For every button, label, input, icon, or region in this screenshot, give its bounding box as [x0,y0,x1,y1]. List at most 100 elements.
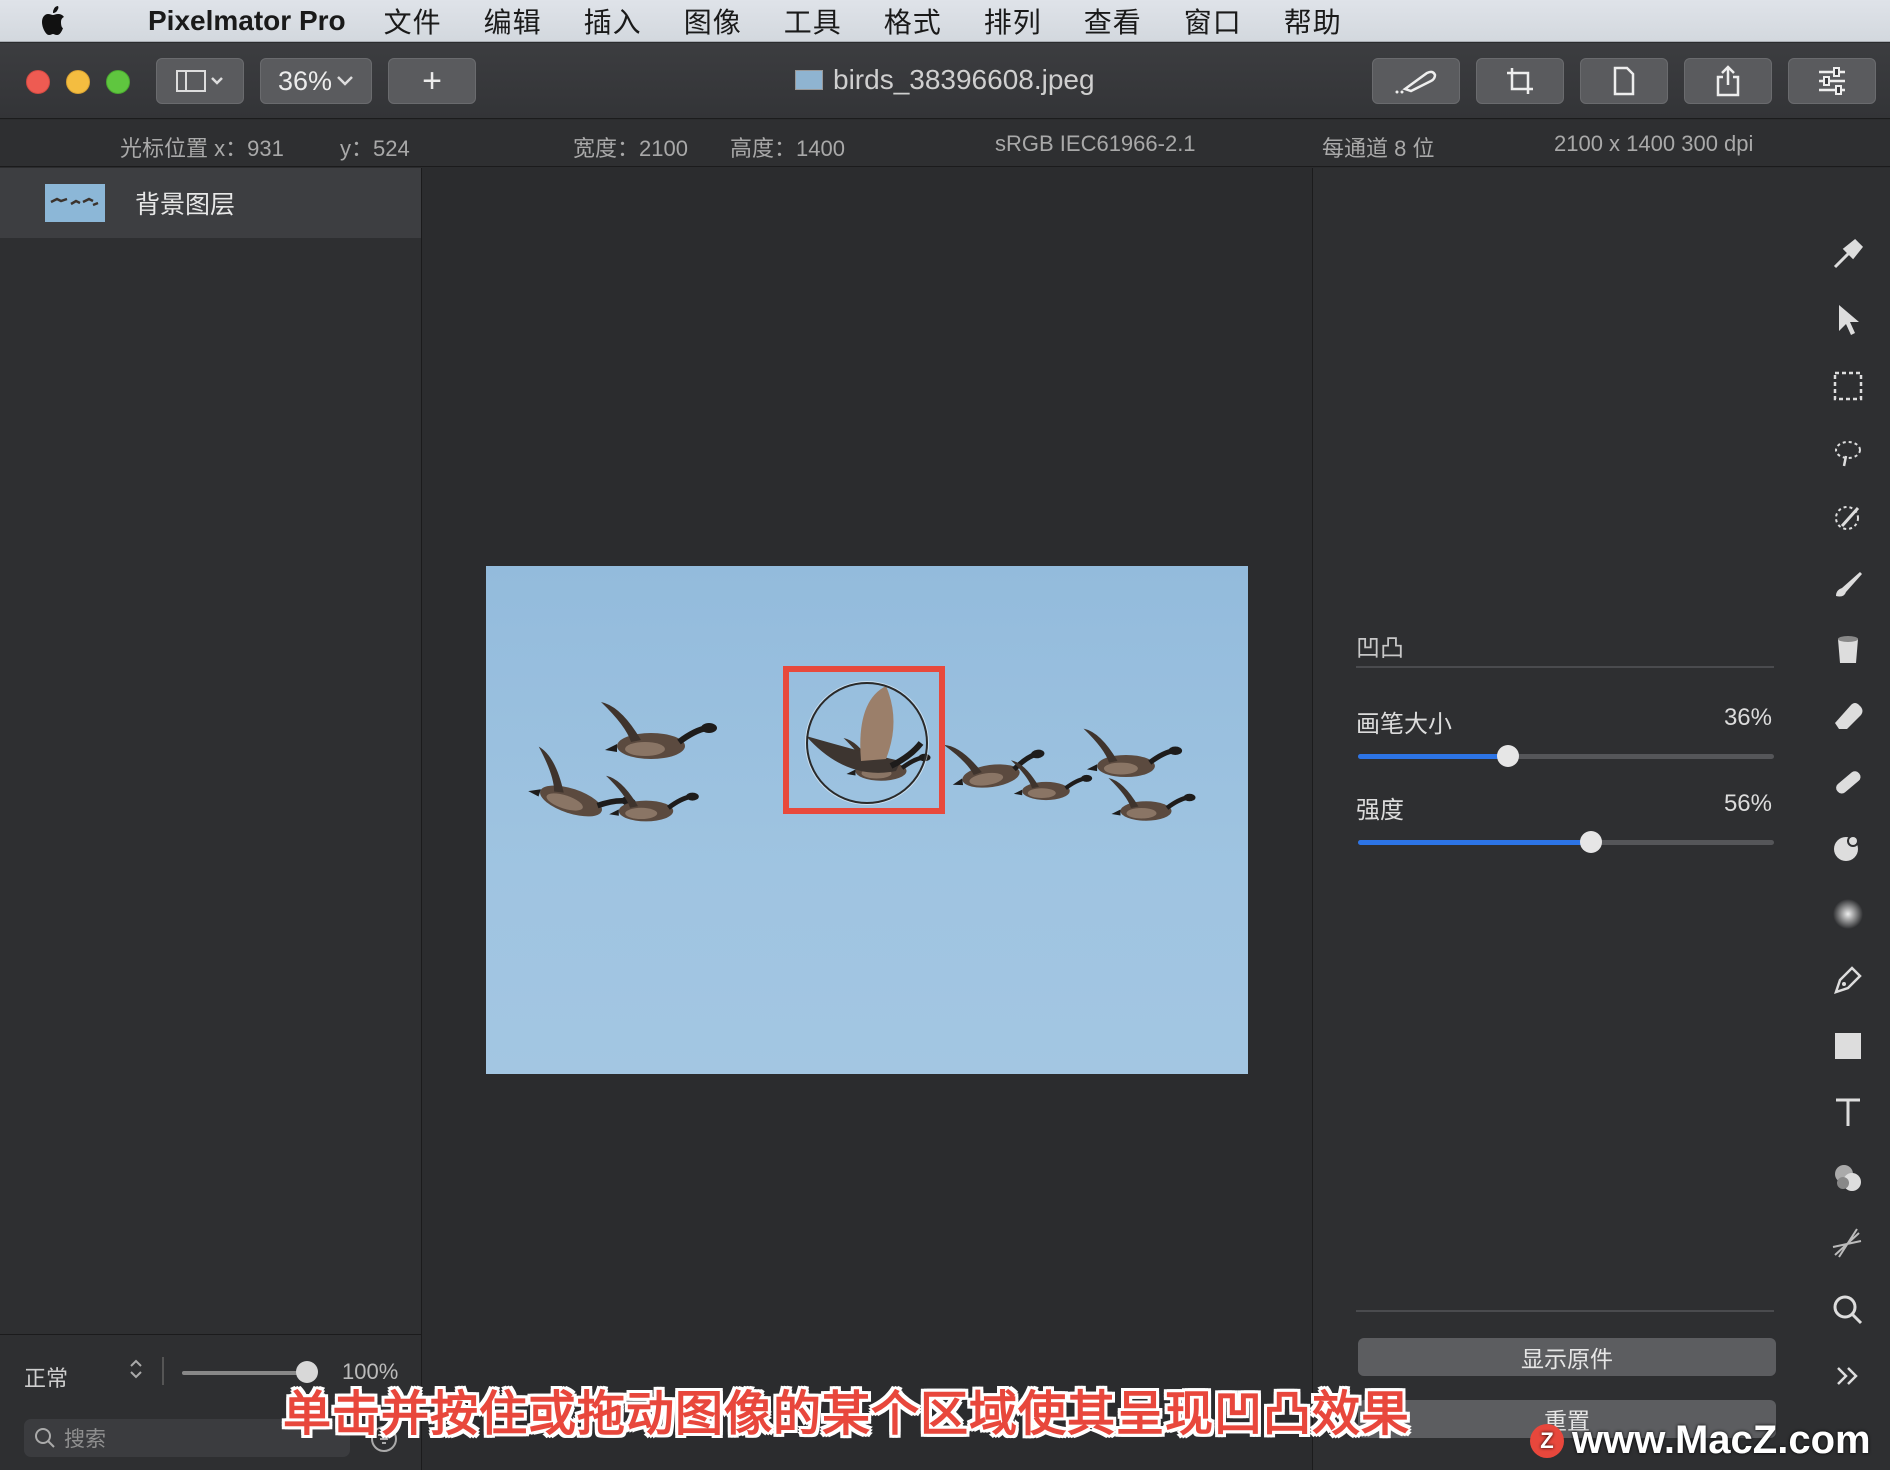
color-profile-readout: sRGB IEC61966-2.1 [995,131,1196,156]
divider [1356,1310,1774,1312]
more-tools-button[interactable] [1828,1356,1868,1396]
brush-cursor [806,682,928,804]
menu-bar: Pixelmator Pro 文件 编辑 插入 图像 工具 格式 排列 查看 窗… [0,0,1890,42]
tool-title: 凹凸 [1356,635,1404,662]
brush-size-slider-thumb[interactable] [1496,745,1519,767]
soft-brush-icon [1833,899,1863,929]
text-t-icon [1836,1098,1860,1126]
color-circles-icon [1835,1165,1861,1191]
layer-row[interactable]: 背景图层 [0,168,421,238]
cursor-y-readout: y：524 [340,136,410,161]
site-watermark: Z www.MacZ.com [1530,1418,1871,1463]
shape-tool[interactable] [1828,1026,1868,1066]
sidebar-icon [176,70,223,92]
color-adjustments-tool[interactable] [1828,1158,1868,1198]
strength-value[interactable]: 56% [1724,790,1772,818]
document-thumbnail-icon [795,70,823,90]
menu-format[interactable]: 格式 [884,1,942,41]
layer-thumbnail [45,184,105,222]
share-button[interactable] [1684,58,1772,104]
effects-tool[interactable] [1828,1224,1868,1264]
quick-selection-tool[interactable] [1828,498,1868,538]
tutorial-caption: 单击并按住或拖动图像的某个区域使其呈现凹凸效果 [283,1388,1411,1441]
canvas-area[interactable] [423,168,1311,1470]
strength-slider[interactable] [1358,831,1774,853]
paintbrush-icon [1836,572,1862,597]
blend-mode-select[interactable]: 正常 [24,1361,68,1393]
search-icon [35,1428,55,1448]
magic-selection-tool[interactable] [1828,432,1868,472]
dimensions-readout: 2100 x 1400 300 dpi [1554,131,1754,156]
pen-nib-icon [1834,966,1862,994]
brush-size-value[interactable]: 36% [1724,704,1772,732]
add-button[interactable]: + [388,58,476,104]
brush-size-slider-fill [1358,754,1508,759]
square-shape-icon [1835,1033,1861,1059]
menu-file[interactable]: 文件 [384,1,442,41]
show-original-button[interactable]: 显示原件 [1358,1338,1776,1376]
apple-menu-icon[interactable] [40,5,100,36]
bump-distort-icon [1834,835,1859,861]
blend-mode-stepper-icon[interactable] [128,1357,144,1387]
document-filename: birds_38396608.jpeg [833,64,1095,95]
document-icon [1613,66,1635,96]
lasso-sparkle-icon [1835,441,1861,467]
brush-size-label: 画笔大小 [1356,711,1452,738]
document-title: birds_38396608.jpeg [795,64,1095,96]
tool-options-panel: 凹凸 画笔大小 36% 强度 56% 显示原件 重置 [1312,168,1810,1470]
effects-sparkle-icon [1832,1228,1862,1258]
menu-image[interactable]: 图像 [684,1,742,41]
geese-photo [486,686,1248,1074]
close-window-button[interactable] [26,70,50,94]
double-chevron-right-icon [1837,1367,1858,1385]
menu-tools[interactable]: 工具 [784,1,842,41]
paint-bucket-icon [1838,636,1858,663]
menu-edit[interactable]: 编辑 [484,1,542,41]
brush-size-slider[interactable] [1358,745,1774,767]
retouch-tool[interactable] [1828,894,1868,934]
menu-help[interactable]: 帮助 [1284,1,1342,41]
adjustments-button[interactable] [1788,58,1876,104]
arrange-tool[interactable] [1828,300,1868,340]
image-canvas[interactable] [486,566,1248,1074]
crop-button[interactable] [1476,58,1564,104]
quick-select-brush-icon [1835,506,1860,530]
zoom-window-button[interactable] [106,70,130,94]
sidebar-toggle-button[interactable] [156,58,244,104]
share-icon [1716,65,1740,97]
paint-brush-toolbar-button[interactable] [1372,58,1460,104]
cursor-x-readout: 光标位置 x：931 [120,136,284,161]
erase-tool[interactable] [1828,696,1868,736]
watermark-text: www.MacZ.com [1572,1418,1871,1462]
app-name-menu[interactable]: Pixelmator Pro [148,5,346,37]
paint-tool[interactable] [1828,564,1868,604]
repair-tool[interactable] [1828,762,1868,802]
fill-tool[interactable] [1828,630,1868,670]
menu-insert[interactable]: 插入 [584,1,642,41]
menu-arrange[interactable]: 排列 [984,1,1042,41]
eraser-icon [1835,703,1863,729]
image-width-readout: 宽度：2100 [573,136,688,161]
layer-name: 背景图层 [135,191,236,219]
image-height-readout: 高度：1400 [730,136,845,161]
pointer-arrow-icon [1839,305,1859,335]
search-placeholder: 搜索 [64,1428,106,1451]
style-brush-tool[interactable] [1828,234,1868,274]
type-tool[interactable] [1828,1092,1868,1132]
show-original-label: 显示原件 [1521,1346,1613,1372]
watermark-logo-icon: Z [1530,1423,1564,1458]
menu-view[interactable]: 查看 [1084,1,1142,41]
rectangular-selection-tool[interactable] [1828,366,1868,406]
chevron-down-icon [337,76,353,86]
divider [1356,666,1774,668]
layers-sidebar: 背景图层 正常 100% 搜索 [0,168,422,1470]
format-button[interactable] [1580,58,1668,104]
distort-tool[interactable] [1828,828,1868,868]
marquee-icon [1833,371,1863,401]
pen-tool[interactable] [1828,960,1868,1000]
menu-window[interactable]: 窗口 [1184,1,1242,41]
strength-slider-thumb[interactable] [1579,831,1602,853]
minimize-window-button[interactable] [66,70,90,94]
zoom-tool[interactable] [1828,1290,1868,1330]
zoom-dropdown[interactable]: 36% [260,58,372,104]
